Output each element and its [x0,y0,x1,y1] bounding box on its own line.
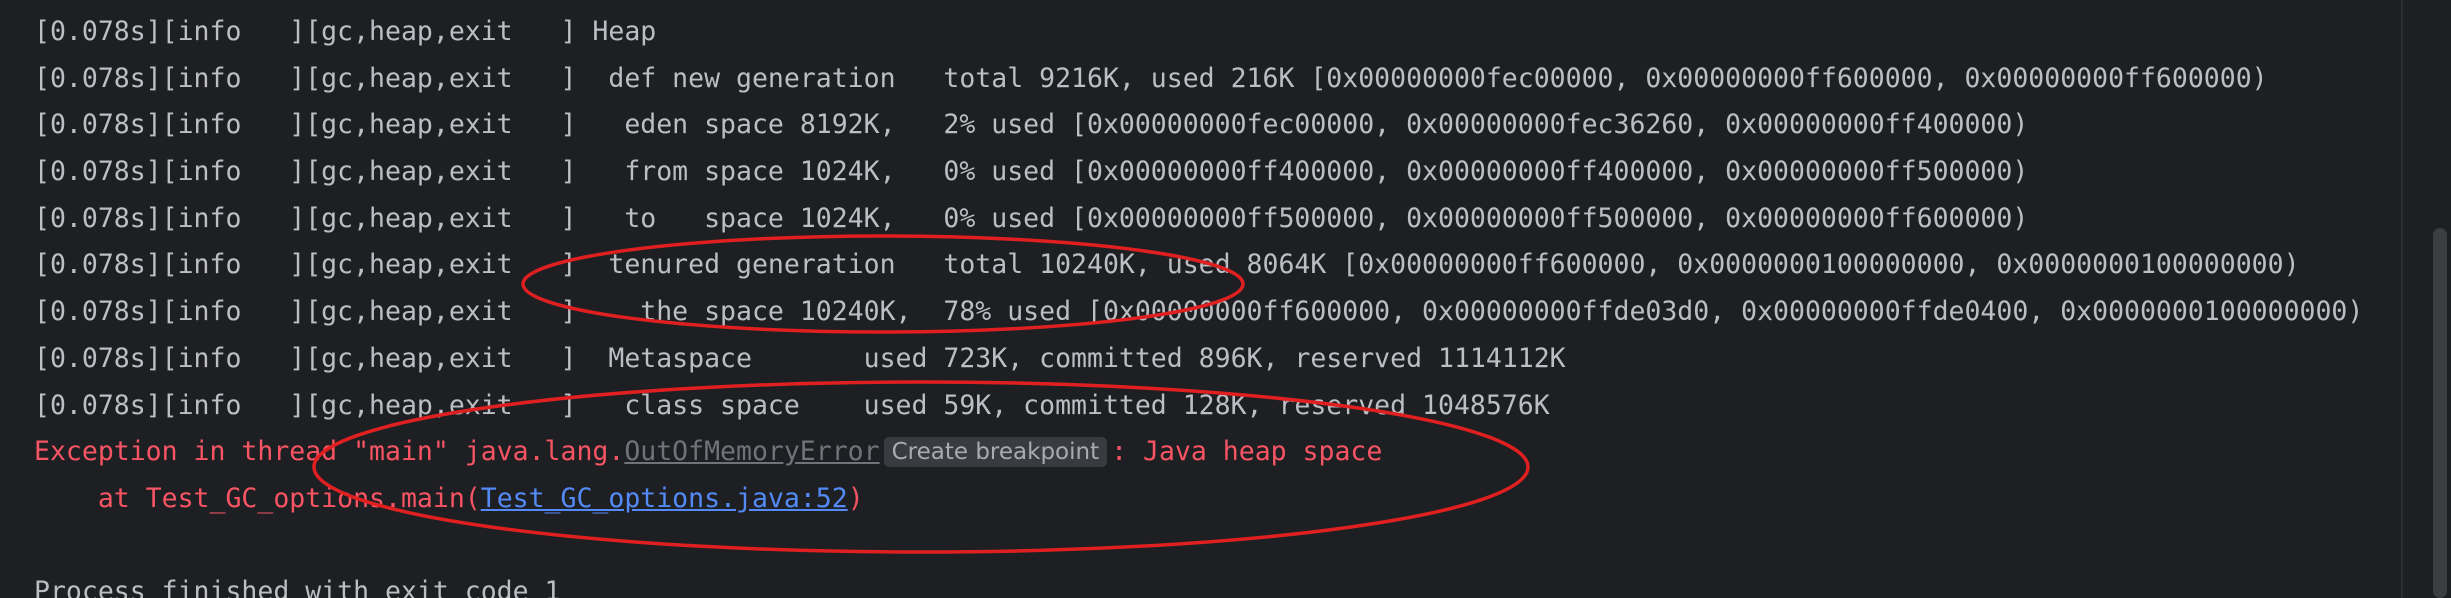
log-line: [0.078s][info ][gc,heap,exit ] to space … [34,201,2401,248]
log-prefix: [0.078s][info ][gc,heap,exit ] [34,202,577,234]
log-line: [0.078s][info ][gc,heap,exit ] tenured g… [34,247,2401,294]
log-prefix: [0.078s][info ][gc,heap,exit ] [34,62,577,94]
console-output[interactable]: [0.078s][info ][gc,heap,exit ] Heap [0.0… [0,0,2451,598]
log-text: class space used 59K, committed 128K, re… [576,389,1550,421]
stack-frame-suffix: ) [847,482,864,514]
log-line: [0.078s][info ][gc,heap,exit ] class spa… [34,388,2401,435]
exit-message: Process finished with exit code 1 [34,576,561,598]
log-text: the space 10240K, 78% used [0x00000000ff… [576,296,2364,328]
log-prefix: [0.078s][info ][gc,heap,exit ] [34,249,577,281]
exception-message: : Java heap space [1111,436,1383,468]
log-text: from space 1024K, 0% used [0x00000000ff4… [576,156,2029,188]
log-text: to space 1024K, 0% used [0x00000000ff500… [576,202,2029,234]
stack-frame-prefix: at Test_GC_options.main( [34,482,481,514]
console-lines: [0.078s][info ][gc,heap,exit ] Heap [0.0… [34,14,2401,598]
scrollbar-thumb[interactable] [2433,228,2447,598]
source-location-link[interactable]: Test_GC_options.java:52 [481,483,848,514]
create-breakpoint-button[interactable]: Create breakpoint [883,437,1108,468]
log-prefix: [0.078s][info ][gc,heap,exit ] [34,342,577,374]
exception-prefix: Exception in thread "main" java.lang. [34,436,625,468]
vertical-scrollbar[interactable] [2401,0,2451,598]
log-prefix: [0.078s][info ][gc,heap,exit ] [34,156,577,188]
log-text: Heap [576,16,657,47]
log-text: def new generation total 9216K, used 216… [576,62,2268,94]
log-text: Metaspace used 723K, committed 896K, res… [576,342,1566,374]
exception-class-link[interactable]: OutOfMemoryError [624,436,879,467]
stack-frame-line: at Test_GC_options.main(Test_GC_options.… [34,481,2401,528]
log-text: tenured generation total 10240K, used 80… [576,249,2300,281]
exception-line: Exception in thread "main" java.lang.Out… [34,434,2401,481]
log-line: [0.078s][info ][gc,heap,exit ] def new g… [34,61,2401,108]
log-text: eden space 8192K, 2% used [0x00000000fec… [576,109,2029,141]
log-line: [0.078s][info ][gc,heap,exit ] Heap [34,14,2401,61]
log-prefix: [0.078s][info ][gc,heap,exit ] [34,109,577,141]
log-prefix: [0.078s][info ][gc,heap,exit ] [34,389,577,421]
log-prefix: [0.078s][info ][gc,heap,exit ] [34,296,577,328]
log-line: [0.078s][info ][gc,heap,exit ] eden spac… [34,107,2401,154]
log-line: [0.078s][info ][gc,heap,exit ] Metaspace… [34,341,2401,388]
log-line: [0.078s][info ][gc,heap,exit ] from spac… [34,154,2401,201]
log-prefix: [0.078s][info ][gc,heap,exit ] [34,16,577,47]
log-line: [0.078s][info ][gc,heap,exit ] the space… [34,294,2401,341]
